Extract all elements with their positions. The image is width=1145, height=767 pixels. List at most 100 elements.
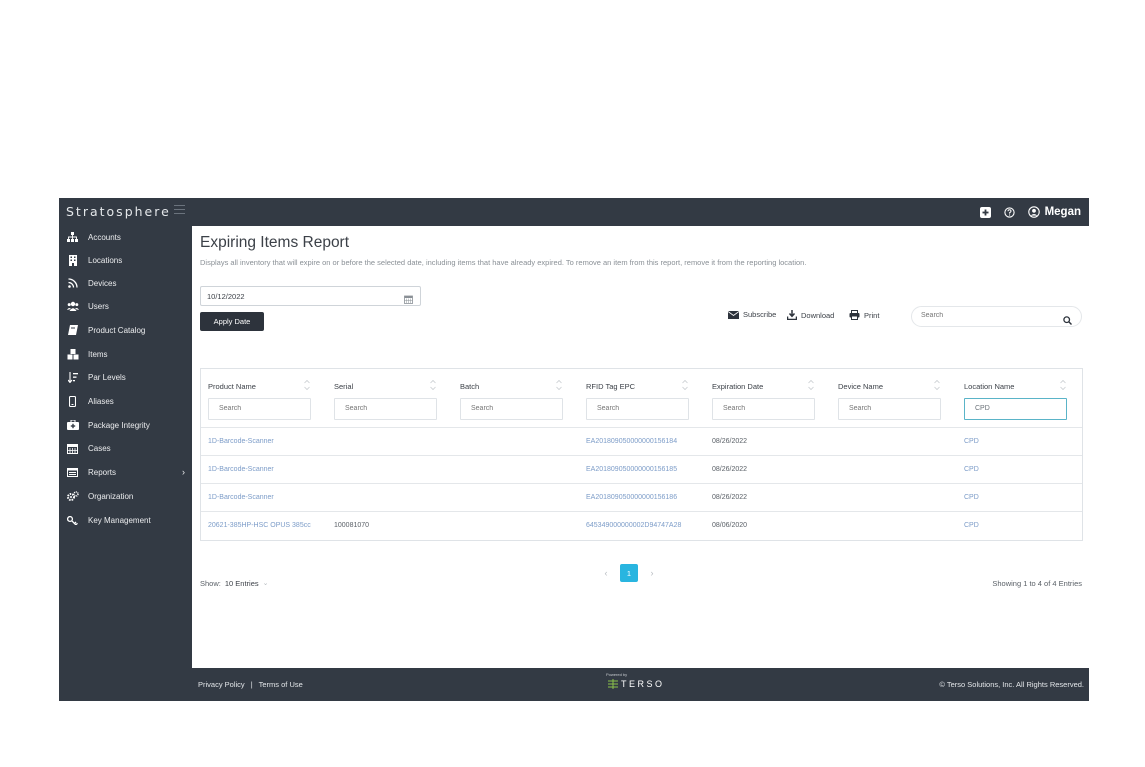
location-name-link[interactable]: CPD xyxy=(964,522,979,529)
sidebar-item-cases[interactable]: Cases xyxy=(59,438,192,458)
product-name-link[interactable]: 20621-385HP-HSC OPUS 385cc xyxy=(208,522,311,529)
product-name-link[interactable]: 1D-Barcode-Scanner xyxy=(208,494,274,501)
sort-icon[interactable] xyxy=(303,378,311,392)
sort-icon[interactable] xyxy=(1059,378,1067,392)
sidebar-item-reports[interactable]: Reports › xyxy=(59,462,192,482)
calendar-icon[interactable] xyxy=(404,291,414,304)
report-search[interactable] xyxy=(911,306,1082,327)
terms-of-use-link[interactable]: Terms of Use xyxy=(259,680,303,689)
column-header-location-name[interactable]: Location Name xyxy=(964,382,1014,391)
sidebar-item-label: Cases xyxy=(88,443,111,453)
rfid-search-input[interactable] xyxy=(597,405,682,412)
sidebar-item-accounts[interactable]: Accounts xyxy=(59,227,192,247)
sort-icon[interactable] xyxy=(555,378,563,392)
table-row: 1D-Barcode-Scanner EA2018090500000001561… xyxy=(201,483,1082,511)
device-name-search-input[interactable] xyxy=(849,405,934,412)
entries-select[interactable]: 10 Entries xyxy=(225,579,259,588)
serial-filter[interactable] xyxy=(334,398,437,420)
search-icon[interactable] xyxy=(1063,312,1073,325)
rss-icon xyxy=(66,277,79,290)
terso-logo: TERSO xyxy=(608,679,665,689)
download-button[interactable]: Download xyxy=(787,310,834,320)
sidebar-item-package-integrity[interactable]: Package Integrity xyxy=(59,415,192,435)
sort-icon[interactable] xyxy=(681,378,689,392)
user-menu[interactable]: Megan xyxy=(1027,205,1081,219)
expiration-date-cell: 08/26/2022 xyxy=(712,494,748,501)
sort-icon[interactable] xyxy=(933,378,941,392)
page-1-button[interactable]: 1 xyxy=(620,564,638,582)
sort-icon[interactable] xyxy=(807,378,815,392)
location-name-link[interactable]: CPD xyxy=(964,466,979,473)
help-icon[interactable] xyxy=(1003,205,1017,219)
users-icon xyxy=(66,300,79,313)
location-name-link[interactable]: CPD xyxy=(964,494,979,501)
calendar-icon xyxy=(66,442,79,455)
location-name-search-input[interactable] xyxy=(975,405,1060,412)
product-name-filter[interactable] xyxy=(208,398,311,420)
column-header-serial[interactable]: Serial xyxy=(334,382,353,391)
rfid-tag-epc-link[interactable]: EA201809050000000156184 xyxy=(586,438,677,445)
menu-toggle-icon[interactable] xyxy=(174,205,185,215)
print-button[interactable]: Print xyxy=(849,310,879,320)
search-input[interactable] xyxy=(921,312,1051,319)
privacy-policy-link[interactable]: Privacy Policy xyxy=(198,680,245,689)
sidebar-item-key-management[interactable]: Key Management xyxy=(59,510,192,530)
rfid-tag-epc-link[interactable]: EA201809050000000156186 xyxy=(586,494,677,501)
sidebar-item-label: Package Integrity xyxy=(88,420,150,430)
cogs-icon xyxy=(66,490,79,503)
sidebar-item-organization[interactable]: Organization xyxy=(59,486,192,506)
column-header-expiration-date[interactable]: Expiration Date xyxy=(712,382,763,391)
copyright-text: © Terso Solutions, Inc. All Rights Reser… xyxy=(939,680,1084,689)
sidebar-item-product-catalog[interactable]: Product Catalog xyxy=(59,320,192,340)
device-name-filter[interactable] xyxy=(838,398,941,420)
expiring-items-table: Product Name Serial Batch RFID Tag EPC E… xyxy=(200,368,1083,541)
column-header-device-name[interactable]: Device Name xyxy=(838,382,883,391)
sidebar-item-par-levels[interactable]: Par Levels xyxy=(59,367,192,387)
sidebar-item-users[interactable]: Users xyxy=(59,296,192,316)
serial-search-input[interactable] xyxy=(345,405,430,412)
sort-icon[interactable] xyxy=(429,378,437,392)
page-next-button[interactable]: › xyxy=(644,564,660,582)
subscribe-label: Subscribe xyxy=(743,310,777,319)
subscribe-button[interactable]: Subscribe xyxy=(728,310,776,319)
product-name-link[interactable]: 1D-Barcode-Scanner xyxy=(208,438,274,445)
serial-cell: 100081070 xyxy=(334,522,370,529)
sidebar-item-devices[interactable]: Devices xyxy=(59,273,192,293)
product-name-link[interactable]: 1D-Barcode-Scanner xyxy=(208,466,274,473)
page-size-selector[interactable]: Show: 10 Entries ⌄ xyxy=(200,579,269,588)
brand-logo: Stratosphere xyxy=(66,204,171,219)
rfid-tag-epc-link[interactable]: 645349000000002D94747A28 xyxy=(586,522,681,529)
location-name-filter[interactable] xyxy=(964,398,1067,420)
sidebar-item-locations[interactable]: Locations xyxy=(59,250,192,270)
list-alt-icon xyxy=(66,466,79,479)
print-icon xyxy=(849,310,860,320)
building-icon xyxy=(66,254,79,267)
sidebar-item-aliases[interactable]: Aliases xyxy=(59,391,192,411)
sidebar-item-items[interactable]: Items xyxy=(59,344,192,364)
rfid-tag-epc-link[interactable]: EA201809050000000156185 xyxy=(586,466,677,473)
expiration-date-cell: 08/26/2022 xyxy=(712,466,748,473)
column-header-batch[interactable]: Batch xyxy=(460,382,479,391)
product-name-search-input[interactable] xyxy=(219,405,304,412)
sidebar-item-label: Items xyxy=(88,349,108,359)
expiration-date-cell: 08/26/2022 xyxy=(712,438,748,445)
column-header-rfid-tag-epc[interactable]: RFID Tag EPC xyxy=(586,382,635,391)
sort-amount-icon xyxy=(66,371,79,384)
download-icon xyxy=(787,310,797,320)
terso-logo-text: TERSO xyxy=(621,679,665,689)
expiration-date-filter[interactable] xyxy=(712,398,815,420)
mobile-icon xyxy=(66,395,79,408)
plus-square-icon[interactable] xyxy=(979,205,993,219)
date-picker-input[interactable]: 10/12/2022 xyxy=(200,286,421,306)
date-value: 10/12/2022 xyxy=(207,292,245,301)
column-header-product-name[interactable]: Product Name xyxy=(208,382,256,391)
top-bar: Stratosphere Megan xyxy=(59,198,1089,226)
page-prev-button[interactable]: ‹ xyxy=(598,564,614,582)
rfid-tag-epc-filter[interactable] xyxy=(586,398,689,420)
location-name-link[interactable]: CPD xyxy=(964,438,979,445)
batch-filter[interactable] xyxy=(460,398,563,420)
print-label: Print xyxy=(864,310,880,320)
expiration-date-search-input[interactable] xyxy=(723,405,808,412)
apply-date-button[interactable]: Apply Date xyxy=(200,312,264,331)
batch-search-input[interactable] xyxy=(471,405,556,412)
